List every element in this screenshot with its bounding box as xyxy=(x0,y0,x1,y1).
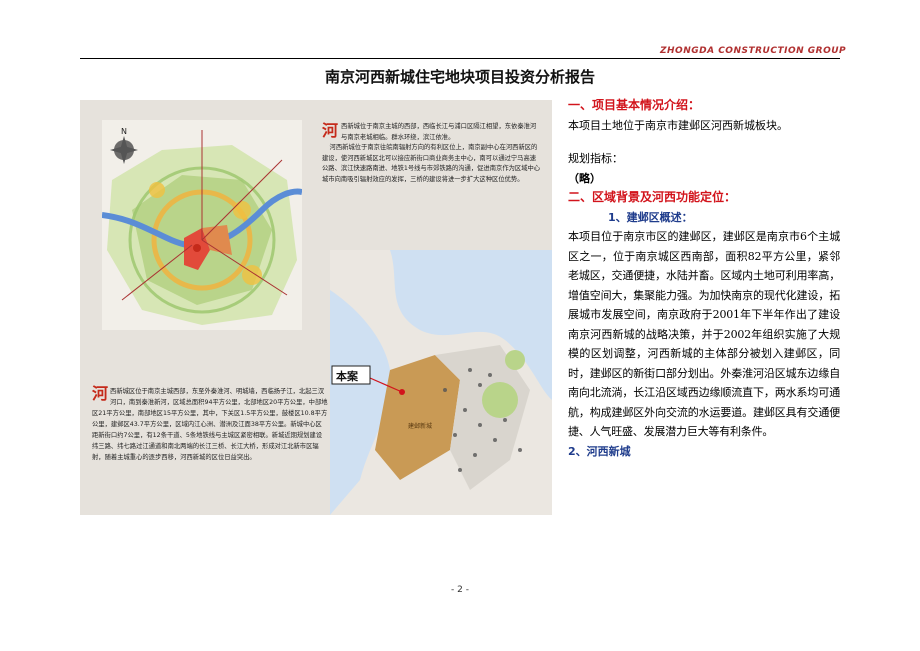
page-number: - 2 - xyxy=(451,585,469,595)
planning-value: （略） xyxy=(568,171,601,185)
zone-label: 建邺新城 xyxy=(408,422,432,430)
figure-panel: N 河 西新城位于南京主城的西部，西临长江与浦口区隔江相望，东依秦淮河与南京老城… xyxy=(80,100,552,515)
regional-map: N xyxy=(102,120,302,330)
city-map: 本案 建邺新城 xyxy=(330,250,552,515)
document-title: 南京河西新城住宅地块项目投资分析报告 xyxy=(324,68,595,86)
section2-heading: 二、区域背景及河西功能定位： xyxy=(568,190,737,204)
project-label: 本案 xyxy=(336,369,359,383)
top-text-2: 河西新城位于南京往皖南辐射方向的有利区位上，南京副中心在河西新区的建设，使河西新… xyxy=(322,144,541,183)
compass-label: N xyxy=(121,127,127,136)
section1-heading: 一、项目基本情况介绍： xyxy=(568,98,701,112)
sub1-text: 本项目位于南京市区的建邺区，建邺区是南京市6个主城区之一，位于南京城区西南部，面… xyxy=(568,230,840,438)
figure-bottom-description: 河 西新城区位于南京主城西部，东至外秦淮河、明城墙，西临扬子江，北起三汊河口，南… xyxy=(92,386,328,463)
sub1-heading: 1、建邺区概述： xyxy=(608,210,693,224)
bottom-text: 西新城区位于南京主城西部，东至外秦淮河、明城墙，西临扬子江，北起三汊河口，南到秦… xyxy=(92,388,328,461)
sub2-heading: 2、河西新城 xyxy=(568,444,631,458)
header-rule xyxy=(80,58,840,59)
top-text-1: 西新城位于南京主城的西部，西临长江与浦口区隔江相望，东依秦淮河与南京老城相临。群… xyxy=(341,123,537,141)
planning-label: 规划指标： xyxy=(568,152,623,165)
figure-top-description: 河 西新城位于南京主城的西部，西临长江与浦口区隔江相望，东依秦淮河与南京老城相临… xyxy=(322,122,542,185)
header-company: ZHONGDA CONSTRUCTION GROUP xyxy=(660,46,847,56)
section1-text: 本项目土地位于南京市建邺区河西新城板块。 xyxy=(568,118,788,132)
bottom-drop-cap: 河 xyxy=(92,384,109,403)
top-drop-cap: 河 xyxy=(322,121,339,140)
right-column: 一、项目基本情况介绍： 本项目土地位于南京市建邺区河西新城板块。 规划指标： （… xyxy=(568,96,840,461)
